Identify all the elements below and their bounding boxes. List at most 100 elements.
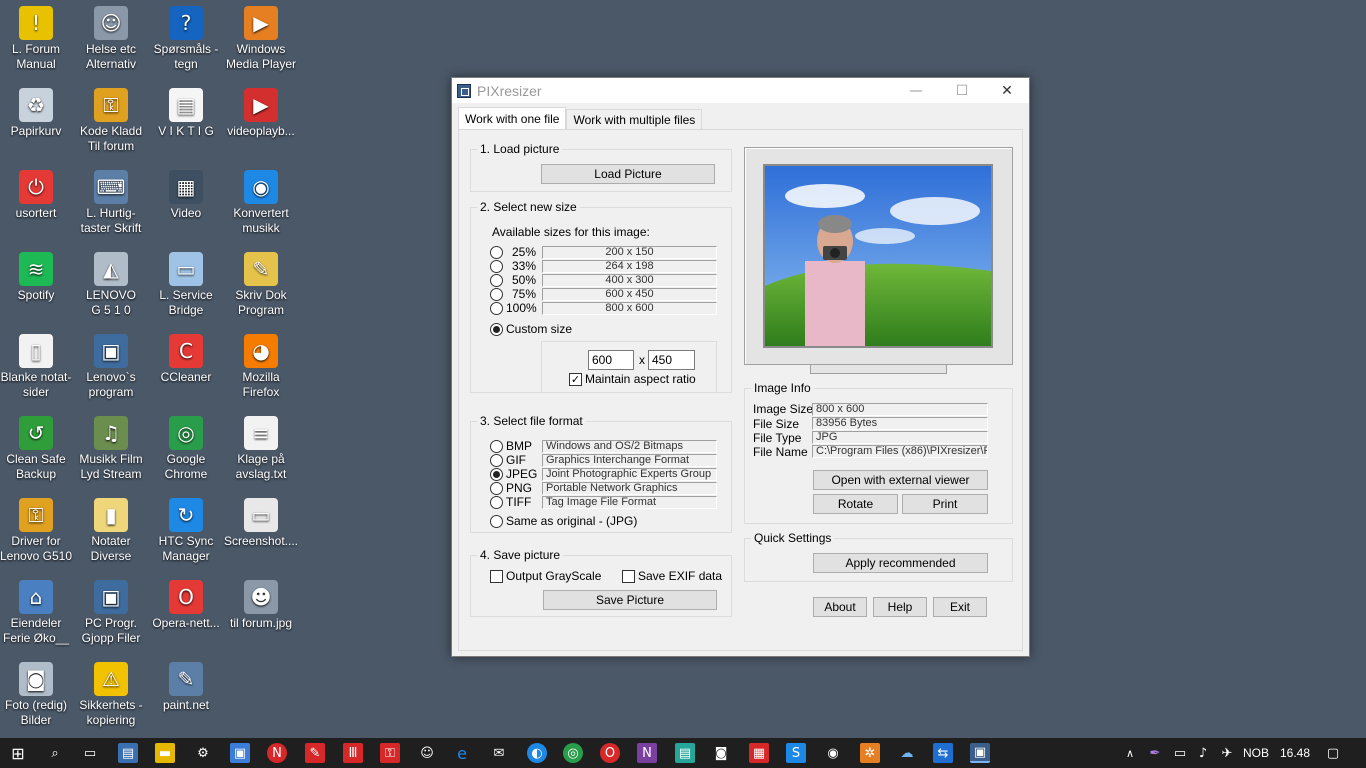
camera-icon[interactable]: ◙ <box>711 743 731 763</box>
format-radio-gif[interactable] <box>490 454 503 467</box>
start-windows-icon[interactable]: ⊞ <box>8 743 28 763</box>
exif-checkbox[interactable] <box>622 570 635 583</box>
desktop-icon[interactable]: ! L. Forum Manual <box>0 2 74 72</box>
desktop-icon[interactable]: ▭ Screenshot.... <box>223 494 299 549</box>
desktop-icon[interactable]: ▣ Lenovo`s program <box>73 330 149 400</box>
settings-gear-icon[interactable]: ⚙ <box>193 743 213 763</box>
winrar-icon[interactable]: Ⅲ <box>343 743 363 763</box>
desktop-icon[interactable]: ≋ Spotify <box>0 248 74 303</box>
search-icon[interactable]: ⌕ <box>45 743 65 763</box>
rotate-button[interactable]: Rotate <box>813 494 898 514</box>
desktop-icon[interactable]: ⚠ Sikkerhets - kopiering <box>73 658 149 728</box>
size-radio-25[interactable] <box>490 246 503 259</box>
desktop-icon[interactable]: ◭ LENOVO G 5 1 0 <box>73 248 149 318</box>
show-hidden-icons-chevron-icon[interactable]: ∧ <box>1120 743 1140 763</box>
about-button[interactable]: About <box>813 597 867 617</box>
desktop-icon[interactable]: O Opera-nett... <box>148 576 224 631</box>
app-red-icon[interactable]: ✎ <box>305 743 325 763</box>
maintain-aspect-checkbox[interactable]: ✓ <box>569 373 582 386</box>
lock-app-icon[interactable]: ⚿ <box>380 743 400 763</box>
ccleaner-task-icon[interactable]: ✲ <box>860 743 880 763</box>
desktop-icon[interactable]: ⚿ Kode Kladd Til forum <box>73 84 149 154</box>
file-explorer-icon[interactable]: ▬ <box>155 743 175 763</box>
desktop-icon[interactable]: ▣ PC Progr. Gjopp Filer <box>73 576 149 646</box>
edge-icon[interactable]: e <box>452 743 472 763</box>
notes-icon[interactable]: ▤ <box>675 743 695 763</box>
desktop-icon[interactable]: ♫ Musikk Film Lyd Stream <box>73 412 149 482</box>
desktop-icon[interactable]: ? Spørsmåls - tegn <box>148 2 224 72</box>
desktop-icon[interactable]: ↺ Clean Safe Backup <box>0 412 74 482</box>
desktop-icon[interactable]: ▮ Notater Diverse <box>73 494 149 564</box>
format-radio-tiff[interactable] <box>490 496 503 509</box>
volume-icon[interactable]: ♪ <box>1193 743 1213 763</box>
help-button[interactable]: Help <box>873 597 927 617</box>
tab-one-file[interactable]: Work with one file <box>458 107 567 130</box>
desktop-icon[interactable]: ▶ videoplayb... <box>223 84 299 139</box>
opera-icon[interactable]: O <box>600 743 620 763</box>
height-input[interactable]: 450 <box>648 350 695 370</box>
tripadvisor-icon[interactable]: ◉ <box>823 743 843 763</box>
desktop-icon[interactable]: ♻ Papirkurv <box>0 84 74 139</box>
teamviewer-icon[interactable]: ⇆ <box>933 743 953 763</box>
open-external-viewer-button[interactable]: Open with external viewer <box>813 470 988 490</box>
desktop-icon[interactable]: ▭ L. Service Bridge <box>148 248 224 318</box>
task-view-icon[interactable]: ▭ <box>80 743 100 763</box>
pixresizer-task-icon[interactable]: ▣ <box>970 743 990 763</box>
browser-blue-icon[interactable]: ◐ <box>527 743 547 763</box>
desktop-icon[interactable]: ✎ Skriv Dok Program <box>223 248 299 318</box>
size-radio-50[interactable] <box>490 274 503 287</box>
custom-size-radio[interactable] <box>490 323 503 336</box>
desktop-icon[interactable]: ◎ Google Chrome <box>148 412 224 482</box>
desktop-icon[interactable]: ↻ HTC Sync Manager <box>148 494 224 564</box>
minimize-button[interactable]: — <box>893 78 939 103</box>
title-bar[interactable]: PIXresizer — ☐ ✕ <box>452 78 1029 103</box>
desktop-icon[interactable]: ⏻ usortert <box>0 166 74 221</box>
desktop-icon[interactable]: ▶ Windows Media Player <box>223 2 299 72</box>
desktop-icon[interactable]: ⚿ Driver for Lenovo G510 <box>0 494 74 564</box>
format-radio-jpeg[interactable] <box>490 468 503 481</box>
desktop-icon[interactable]: C CCleaner <box>148 330 224 385</box>
apply-recommended-button[interactable]: Apply recommended <box>813 553 988 573</box>
close-button[interactable]: ✕ <box>984 78 1030 103</box>
desktop-icon[interactable]: ☺ Helse etc Alternativ <box>73 2 149 72</box>
desktop-icon[interactable]: ▯ Blanke notat- sider <box>0 330 74 400</box>
control-panel-icon[interactable]: ▣ <box>230 743 250 763</box>
desktop-icon[interactable]: ☻ til forum.jpg <box>223 576 299 631</box>
store-icon[interactable]: ▤ <box>118 743 138 763</box>
language-indicator[interactable]: NOB <box>1243 746 1269 760</box>
onenote-icon[interactable]: N <box>637 743 657 763</box>
action-center-icon[interactable]: ▢ <box>1323 743 1343 763</box>
desktop-icon[interactable]: ✎ paint.net <box>148 658 224 713</box>
size-radio-100[interactable] <box>490 302 503 315</box>
desktop-icon[interactable]: ▤ V I K T I G <box>148 84 224 139</box>
tab-multiple-files[interactable]: Work with multiple files <box>566 109 703 129</box>
battery-icon[interactable]: ▭ <box>1170 743 1190 763</box>
format-radio-png[interactable] <box>490 482 503 495</box>
desktop-icon[interactable]: ≡ Klage på avslag.txt <box>223 412 299 482</box>
desktop-icon[interactable]: ⌂ Eiendeler Ferie Øko__ <box>0 576 74 646</box>
desktop-icon[interactable]: ▦ Video <box>148 166 224 221</box>
size-radio-75[interactable] <box>490 288 503 301</box>
exit-button[interactable]: Exit <box>933 597 987 617</box>
clock[interactable]: 16.48 <box>1280 746 1310 760</box>
onedrive-icon[interactable]: ☁ <box>897 743 917 763</box>
print-button[interactable]: Print <box>902 494 988 514</box>
desktop-icon[interactable]: ⌨ L. Hurtig- taster Skrift <box>73 166 149 236</box>
desktop-icon[interactable]: ◉ Konvertert musikk <box>223 166 299 236</box>
people-icon[interactable]: ☺ <box>417 743 437 763</box>
chrome-icon[interactable]: ◎ <box>563 743 583 763</box>
format-radio-bmp[interactable] <box>490 440 503 453</box>
mail-icon[interactable]: ✉ <box>489 743 509 763</box>
airplane-mode-icon[interactable]: ✈ <box>1217 743 1237 763</box>
grayscale-checkbox[interactable] <box>490 570 503 583</box>
maximize-button[interactable]: ☐ <box>939 78 985 103</box>
desktop-icon[interactable]: ◙ Foto (redig) Bilder <box>0 658 74 728</box>
pen-icon[interactable]: ✒ <box>1145 743 1165 763</box>
skype-icon[interactable]: S <box>786 743 806 763</box>
app-red-circle-icon[interactable]: N <box>267 743 287 763</box>
width-input[interactable]: 600 <box>588 350 634 370</box>
calculator-icon[interactable]: ▦ <box>749 743 769 763</box>
desktop-icon[interactable]: ◕ Mozilla Firefox <box>223 330 299 400</box>
format-radio-same[interactable] <box>490 515 503 528</box>
load-picture-button[interactable]: Load Picture <box>541 164 715 184</box>
